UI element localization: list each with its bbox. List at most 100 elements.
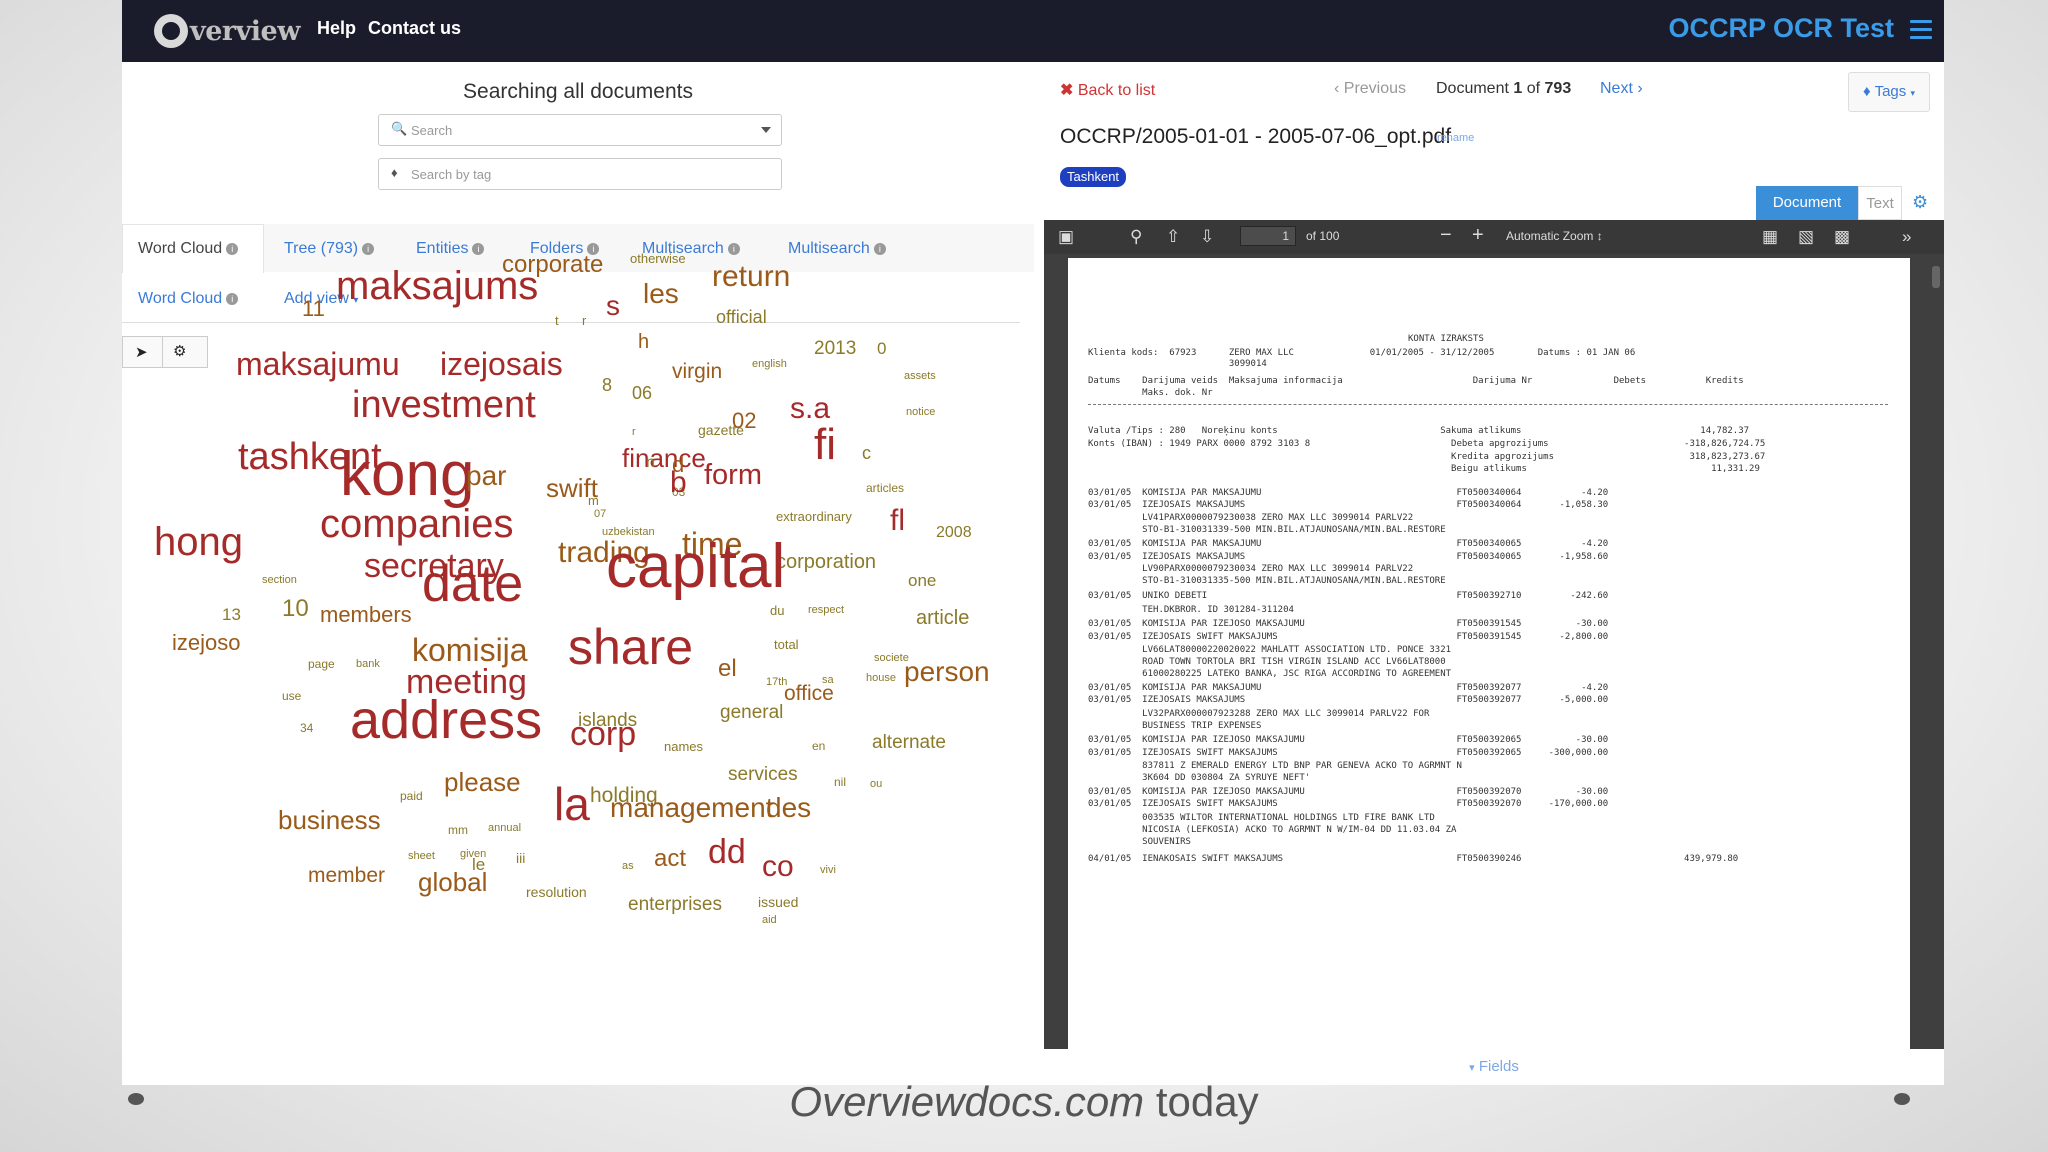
cloud-word[interactable]: du (770, 604, 784, 617)
cloud-word[interactable]: sheet (408, 851, 435, 862)
cloud-word[interactable]: komisija (412, 634, 528, 666)
cloud-word[interactable]: return (712, 262, 790, 292)
cloud-word[interactable]: 34 (300, 722, 313, 734)
fields-link[interactable]: ▾ Fields (1044, 1058, 1944, 1075)
cloud-word[interactable]: 8 (602, 376, 612, 394)
cloud-word[interactable]: 06 (632, 384, 652, 402)
cloud-word[interactable]: hong (154, 522, 243, 562)
cloud-word[interactable]: assets (904, 371, 936, 382)
tab-tree[interactable]: Tree (793) i (284, 240, 375, 258)
back-to-list-link[interactable]: ✖ Back to list (1060, 80, 1155, 100)
previous-link[interactable]: ‹ Previous (1334, 80, 1406, 98)
cloud-word[interactable]: capital (606, 536, 785, 598)
cloud-word[interactable]: services (728, 765, 798, 784)
pdf-scrollbar[interactable] (1932, 266, 1940, 288)
cloud-word[interactable]: general (720, 703, 783, 722)
pointer-tool-icon[interactable]: ➤ (135, 343, 148, 361)
cloud-word[interactable]: 02 (732, 410, 756, 432)
cloud-word[interactable]: bank (356, 659, 380, 670)
print-icon[interactable]: ▩ (1834, 227, 1850, 247)
gear-icon[interactable]: ⚙ (1912, 192, 1928, 213)
cloud-word[interactable]: fi (814, 422, 836, 467)
tag-badge[interactable]: Tashkent (1060, 167, 1127, 187)
cloud-word[interactable]: act (654, 846, 686, 871)
cloud-word[interactable]: companies (320, 504, 513, 544)
cloud-word[interactable]: share (568, 622, 693, 672)
cloud-word[interactable]: vivi (820, 865, 836, 876)
cloud-word[interactable]: otherwise (630, 252, 686, 265)
cloud-word[interactable]: one (908, 572, 936, 589)
open-file-icon[interactable]: ▧ (1798, 227, 1814, 247)
page-number-input[interactable]: 1 (1240, 226, 1296, 246)
cloud-word[interactable]: extraordinary (776, 510, 852, 523)
cloud-word[interactable]: member (308, 865, 385, 886)
pdf-viewer[interactable]: KONTA IZRAKSTS Klienta kods: 67923 ZERO M… (1044, 254, 1944, 1058)
tab-word-cloud-2[interactable]: Word Cloud i (138, 290, 239, 308)
cloud-word[interactable]: 2008 (936, 525, 972, 541)
cloud-word[interactable]: aid (762, 915, 777, 926)
cloud-word[interactable]: respect (808, 605, 844, 616)
cloud-word[interactable]: address (350, 693, 542, 747)
cloud-word[interactable]: maksajumu (236, 348, 400, 380)
next-page-icon[interactable]: ⇩ (1200, 227, 1214, 247)
cloud-word[interactable]: 10 (282, 596, 309, 621)
rename-link[interactable]: rename (1437, 132, 1474, 144)
tag-search-input[interactable]: ♦ Search by tag (378, 158, 782, 190)
tab-multisearch-2[interactable]: Multisearch i (788, 240, 886, 258)
cloud-word[interactable]: person (904, 657, 990, 686)
cloud-word[interactable]: use (282, 690, 301, 702)
cloud-word[interactable]: r (632, 427, 636, 438)
cloud-word[interactable]: el (718, 656, 737, 681)
cloud-word[interactable]: 13 (222, 606, 241, 623)
text-view-toggle[interactable]: Text (1858, 186, 1902, 220)
hamburger-icon[interactable] (1910, 20, 1932, 40)
cloud-word[interactable]: notice (906, 407, 935, 418)
cloud-word[interactable]: n (646, 455, 655, 471)
cloud-word[interactable]: mm (448, 824, 468, 836)
cloud-word[interactable]: des (766, 793, 811, 822)
cloud-word[interactable]: articles (866, 482, 904, 494)
cloud-word[interactable]: virgin (672, 361, 722, 382)
cloud-word[interactable]: annual (488, 823, 521, 834)
cloud-word[interactable]: form (704, 460, 762, 490)
cloud-word[interactable]: r (582, 314, 586, 327)
zoom-out-icon[interactable]: − (1440, 224, 1452, 247)
cloud-word[interactable]: enterprises (628, 895, 722, 914)
cloud-word[interactable]: please (444, 769, 521, 795)
cloud-word[interactable]: english (752, 359, 787, 370)
tags-button[interactable]: ♦ Tags ▾ (1848, 72, 1930, 112)
cloud-word[interactable]: 0 (877, 340, 886, 357)
zoom-in-icon[interactable]: + (1472, 224, 1484, 247)
cloud-word[interactable]: s (606, 291, 620, 320)
tab-word-cloud[interactable]: Word Cloud i (138, 240, 239, 258)
overview-logo[interactable]: verview (154, 13, 300, 49)
chevron-down-icon[interactable] (761, 127, 771, 133)
select-tool-icon[interactable]: ⚙ (173, 342, 186, 360)
cloud-word[interactable]: en (812, 740, 825, 752)
cloud-word[interactable]: b (670, 468, 687, 498)
zoom-select[interactable]: Automatic Zoom ↕ (1506, 229, 1603, 243)
cloud-word[interactable]: business (278, 807, 381, 833)
cloud-word[interactable]: members (320, 604, 412, 626)
cloud-word[interactable]: issued (758, 895, 798, 909)
cloud-word[interactable]: les (643, 279, 679, 308)
cloud-word[interactable]: nil (834, 776, 846, 788)
cloud-word[interactable]: h (638, 332, 649, 352)
cloud-word[interactable]: official (716, 308, 767, 326)
cloud-word[interactable]: iii (516, 851, 525, 865)
cloud-word[interactable]: t (555, 314, 559, 327)
cloud-word[interactable]: 11 (302, 298, 325, 320)
cloud-word[interactable]: m (588, 494, 599, 507)
cloud-word[interactable]: article (916, 608, 969, 628)
cloud-word[interactable]: paid (400, 790, 423, 802)
cloud-word[interactable]: la (554, 781, 590, 827)
cloud-word[interactable]: izejosais (440, 348, 563, 380)
cloud-word[interactable]: finance (622, 445, 706, 471)
cloud-word[interactable]: alternate (872, 733, 946, 752)
nav-contact-link[interactable]: Contact us (368, 18, 461, 39)
next-link[interactable]: Next › (1600, 80, 1643, 98)
presentation-icon[interactable]: ▦ (1762, 227, 1778, 247)
previous-page-icon[interactable]: ⇧ (1166, 227, 1180, 247)
cloud-word[interactable]: c (862, 444, 871, 462)
nav-help-link[interactable]: Help (317, 18, 356, 39)
